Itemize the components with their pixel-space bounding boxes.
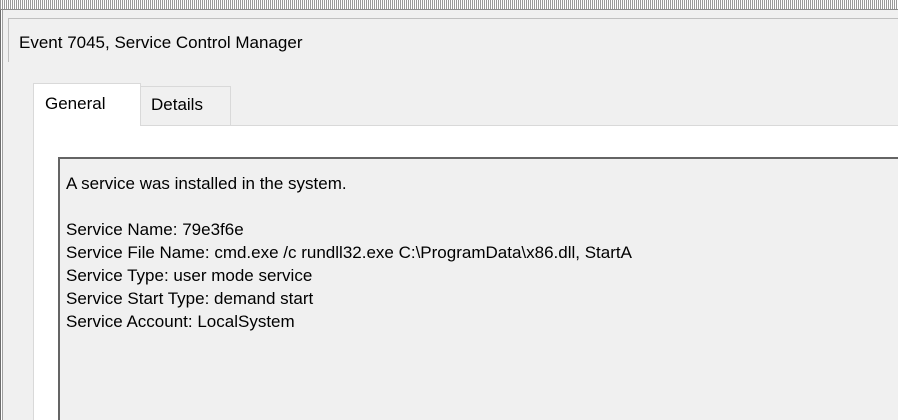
- description-summary: A service was installed in the system.: [66, 174, 347, 193]
- window-top-border: [0, 0, 898, 9]
- service-account-line: Service Account: LocalSystem: [66, 312, 295, 331]
- window-left-border: [0, 10, 3, 420]
- event-title: Event 7045, Service Control Manager: [19, 33, 303, 52]
- window-top-divider: [0, 9, 898, 10]
- service-type-line: Service Type: user mode service: [66, 266, 313, 285]
- tab-details[interactable]: Details: [141, 86, 231, 126]
- service-file-name-line: Service File Name: cmd.exe /c rundll32.e…: [66, 243, 632, 262]
- event-description-text: A service was installed in the system. S…: [66, 172, 632, 333]
- service-name-line: Service Name: 79e3f6e: [66, 220, 244, 239]
- description-blank-line: [66, 195, 632, 218]
- service-start-type-line: Service Start Type: demand start: [66, 289, 314, 308]
- tab-general[interactable]: General: [33, 83, 141, 126]
